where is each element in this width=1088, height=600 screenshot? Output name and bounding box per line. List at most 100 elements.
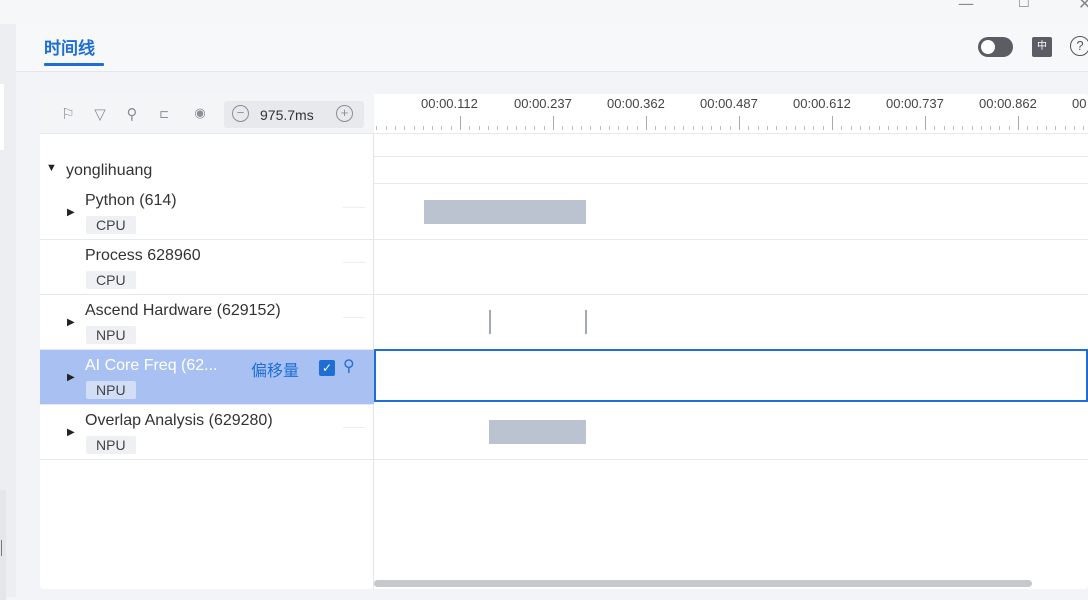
filter-icon[interactable]: ▽: [90, 104, 110, 124]
ruler-minor-tick: [1073, 126, 1075, 130]
caret-right-icon[interactable]: ▶: [67, 207, 75, 218]
ruler-minor-tick: [748, 126, 750, 130]
caret-right-icon[interactable]: ▶: [67, 427, 75, 438]
track-overlap-analysis[interactable]: [374, 405, 1088, 460]
ruler-minor-tick: [776, 126, 778, 130]
ruler-minor-tick: [785, 126, 787, 130]
ruler-minor-tick: [952, 126, 954, 130]
ruler-minor-tick: [766, 126, 768, 130]
flag-icon[interactable]: ⚐: [58, 104, 78, 124]
tree-row-ascend-hardware[interactable]: ▶ Ascend Hardware (629152) NPU: [40, 295, 374, 350]
slice-bar[interactable]: [424, 200, 586, 224]
tick-label: 00:00.487: [700, 96, 758, 111]
caret-right-icon[interactable]: ▶: [67, 372, 75, 383]
ruler-minor-tick: [525, 126, 527, 130]
offset-label[interactable]: 偏移量: [251, 357, 299, 381]
tree-group-row[interactable]: ▼ yonglihuang: [40, 157, 374, 185]
toggle-knob: [981, 40, 995, 54]
row-name: Python (614): [85, 192, 177, 209]
ruler-minor-tick: [934, 126, 936, 130]
tab-timeline[interactable]: 时间线: [44, 34, 95, 59]
ruler-minor-tick: [1008, 126, 1010, 130]
ruler-minor-tick: [599, 126, 601, 130]
tree-row-overlap-analysis[interactable]: ▶ Overlap Analysis (629280) NPU: [40, 405, 374, 460]
pin-icon[interactable]: ⚲: [343, 356, 355, 375]
ruler-minor-tick: [487, 126, 489, 130]
track-process[interactable]: [374, 240, 1088, 295]
event-marker[interactable]: [489, 310, 491, 334]
language-icon[interactable]: 中: [1032, 37, 1052, 57]
ruler-minor-tick: [869, 126, 871, 130]
tick-label: 00:00.612: [793, 96, 851, 111]
help-icon[interactable]: ?: [1070, 36, 1088, 56]
ruler-minor-tick: [1083, 126, 1085, 130]
ruler-minor-tick: [711, 126, 713, 130]
ruler-minor-tick: [627, 126, 629, 130]
row-tag: CPU: [86, 216, 136, 234]
tree-row-python[interactable]: ▶ Python (614) CPU: [40, 185, 374, 240]
ruler-minor-tick: [376, 126, 378, 130]
ruler-minor-tick: [562, 126, 564, 130]
offset-checkbox[interactable]: ✓: [319, 360, 335, 376]
search-icon[interactable]: ⚲: [122, 104, 142, 124]
row-tag: NPU: [86, 436, 136, 454]
ruler-minor-tick: [980, 126, 982, 130]
ruler-minor-tick: [664, 126, 666, 130]
ruler-minor-tick: [571, 126, 573, 130]
row-name: Overlap Analysis (629280): [85, 412, 273, 429]
tree-row-process[interactable]: Process 628960 CPU: [40, 240, 374, 295]
link-icon[interactable]: ⊏: [154, 104, 174, 124]
ruler-minor-tick: [878, 126, 880, 130]
timeline-canvas[interactable]: 00:00.112 00:00.237 00:00.362 00:00.487 …: [374, 94, 1088, 589]
ruler-major-tick: [1018, 116, 1019, 130]
slice-bar[interactable]: [489, 420, 586, 444]
time-ruler[interactable]: 00:00.112 00:00.237 00:00.362 00:00.487 …: [374, 94, 1088, 134]
maximize-icon[interactable]: ☐: [1018, 0, 1030, 11]
ruler-minor-tick: [404, 126, 406, 130]
caret-down-icon[interactable]: ▼: [46, 162, 57, 174]
ruler-minor-tick: [655, 126, 657, 130]
sidebar-drag-handle[interactable]: [1, 540, 2, 556]
row-divider: [343, 207, 365, 208]
ruler-minor-tick: [497, 126, 499, 130]
ruler-minor-tick: [1045, 126, 1047, 130]
locate-icon[interactable]: ◉: [190, 104, 210, 124]
caret-right-icon[interactable]: ▶: [67, 317, 75, 328]
ruler-minor-tick: [673, 126, 675, 130]
zoom-in-button[interactable]: +: [336, 105, 353, 122]
row-divider: [343, 427, 365, 428]
zoom-out-button[interactable]: −: [232, 105, 249, 122]
track-python[interactable]: [374, 185, 1088, 240]
tick-label: 00:00.862: [979, 96, 1037, 111]
ruler-minor-tick: [971, 126, 973, 130]
ruler-major-tick: [460, 116, 461, 130]
theme-toggle[interactable]: [978, 37, 1013, 57]
timeline-panel: ⚐ ▽ ⚲ ⊏ ◉ − 975.7ms + ▼ yonglihuang ▶ Py…: [40, 94, 1088, 589]
track-group: [374, 156, 1088, 184]
row-name: AI Core Freq (62...: [85, 357, 218, 374]
track-ai-core-freq-selected[interactable]: [374, 349, 1088, 402]
horizontal-scrollbar[interactable]: [374, 580, 1032, 587]
ruler-minor-tick: [1064, 126, 1066, 130]
ruler-major-tick: [925, 116, 926, 130]
ruler-minor-tick: [943, 126, 945, 130]
minimize-icon[interactable]: —: [958, 0, 974, 13]
process-tree-panel: ⚐ ▽ ⚲ ⊏ ◉ − 975.7ms + ▼ yonglihuang ▶ Py…: [40, 94, 374, 589]
row-tag: NPU: [86, 381, 136, 399]
track-ascend-hardware[interactable]: [374, 295, 1088, 350]
left-sidebar-strip: [0, 24, 16, 600]
ruler-minor-tick: [692, 126, 694, 130]
row-divider: [343, 262, 365, 263]
ruler-minor-tick: [394, 126, 396, 130]
page-header: 时间线 中 ?: [16, 24, 1088, 72]
event-marker[interactable]: [585, 310, 587, 334]
tick-label: 00:00.237: [514, 96, 572, 111]
ruler-minor-tick: [422, 126, 424, 130]
ruler-minor-tick: [432, 126, 434, 130]
tree-row-ai-core-freq[interactable]: ▶ AI Core Freq (62... 偏移量 ✓ ⚲ NPU: [40, 350, 374, 405]
close-icon[interactable]: ✕: [1078, 0, 1088, 13]
ruler-minor-tick: [469, 126, 471, 130]
ruler-minor-tick: [822, 126, 824, 130]
tick-label: 00:00.362: [607, 96, 665, 111]
ruler-major-tick: [646, 116, 647, 130]
